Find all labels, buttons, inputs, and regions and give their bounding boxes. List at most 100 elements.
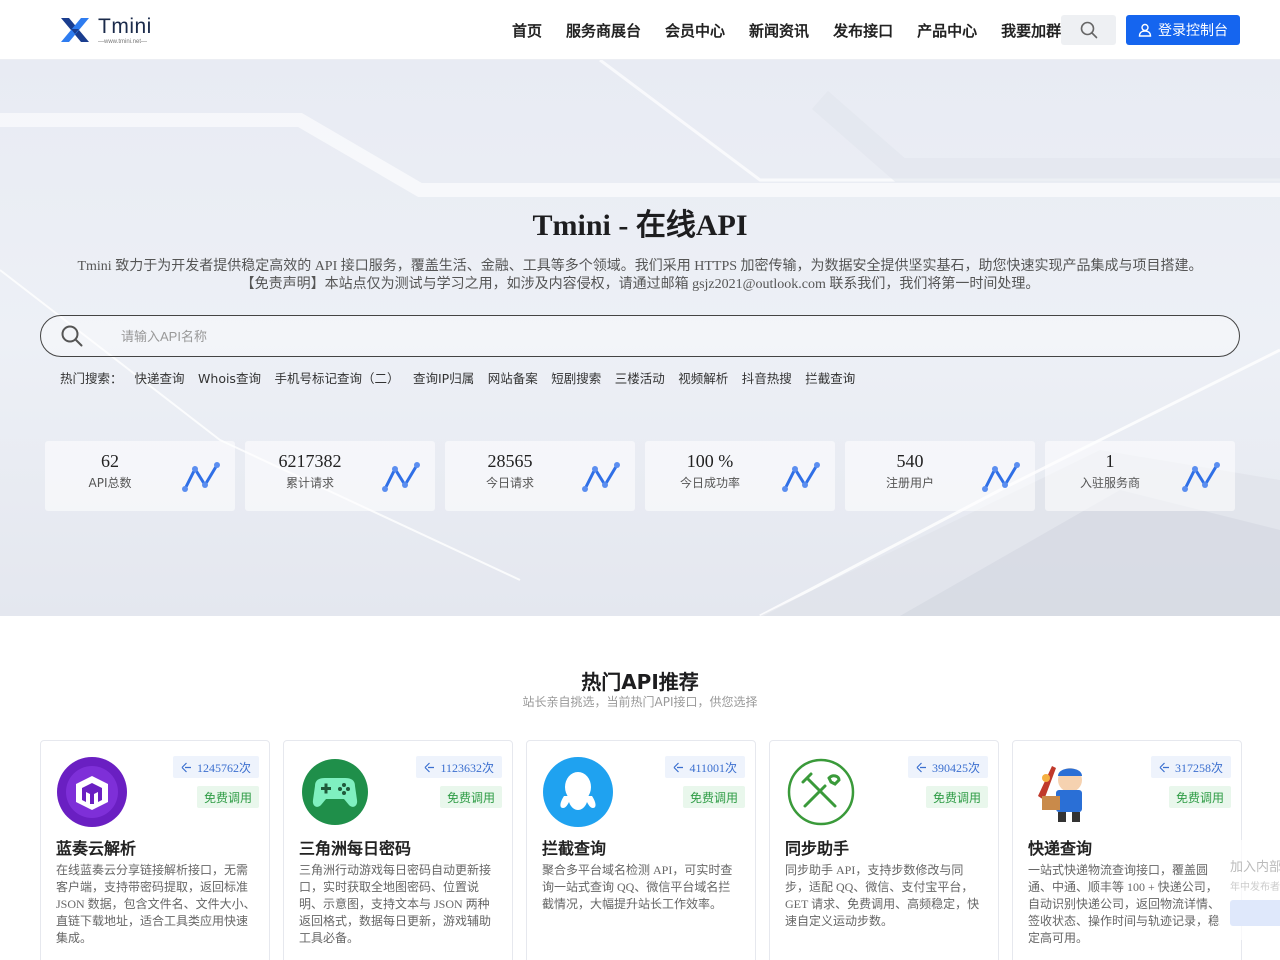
hot-search-item[interactable]: Whois查询 <box>198 368 261 387</box>
join-widget-subtitle: 年中发布者 <box>1230 882 1280 893</box>
stat-label: 入驻服务商 <box>1079 476 1140 490</box>
api-card-title[interactable]: 拦截查询 <box>542 835 606 859</box>
call-count-badge: 411001次 <box>665 756 745 778</box>
nav-news[interactable]: 新闻资讯 <box>749 20 809 41</box>
header-search-button[interactable] <box>1061 15 1116 45</box>
tools-wrench-icon <box>787 758 855 826</box>
stat-registered-users: 540 注册用户 <box>845 441 1035 511</box>
free-badge: 免费调用 <box>439 786 502 808</box>
stat-value: 62 <box>101 451 119 471</box>
site-stats: 62 API总数 6217382 累计请求 28565 今日请求 100 % 今… <box>45 441 1245 511</box>
hero-desc-line1: Tmini 致力于为开发者提供稳定高效的 API 接口服务，覆盖生活、金融、工具… <box>77 259 1203 274</box>
stat-success-rate: 100 % 今日成功率 <box>645 441 835 511</box>
hot-search-item[interactable]: 网站备案 <box>488 368 538 387</box>
call-icon <box>674 762 684 772</box>
stat-label: 注册用户 <box>885 476 934 490</box>
call-icon <box>181 762 191 772</box>
search-icon <box>61 325 83 347</box>
stat-providers: 1 入驻服务商 <box>1045 441 1235 511</box>
nav-member-center[interactable]: 会员中心 <box>665 20 725 41</box>
stat-label: 今日请求 <box>485 476 534 490</box>
nav-publish-api[interactable]: 发布接口 <box>833 20 893 41</box>
hot-search-item[interactable]: 抖音热搜 <box>742 368 792 387</box>
stat-label: API总数 <box>88 476 132 490</box>
hot-search-label: 热门搜索： <box>60 371 123 386</box>
call-count: 1123632次 <box>440 760 494 775</box>
api-card-list: 1245762次 免费调用 蓝奏云解析 在线蓝奏云分享链接解析接口，无需客户端，… <box>40 740 1255 960</box>
trend-chart-icon <box>582 462 620 492</box>
courier-icon <box>1038 766 1082 822</box>
free-badge: 免费调用 <box>682 786 745 808</box>
call-count-badge: 1123632次 <box>416 756 502 778</box>
brand-name: Tmini <box>98 14 152 38</box>
lanzou-cloud-icon <box>57 757 127 827</box>
stat-value: 6217382 <box>278 451 342 471</box>
qq-penguin-icon <box>543 757 613 827</box>
call-count-badge: 390425次 <box>907 756 988 778</box>
nav-join-group[interactable]: 我要加群 <box>1001 20 1061 41</box>
logo-icon <box>61 18 89 42</box>
join-group-widget[interactable]: 加入内部 年中发布者 <box>1218 840 1280 940</box>
user-icon <box>1138 23 1152 37</box>
stat-label: 累计请求 <box>285 476 334 490</box>
api-search-input[interactable] <box>121 328 1121 344</box>
hero-desc-disclaimer: 【免责声明】本站点仅为测试与学习之用，如涉及内容侵权，请通过邮箱 gsjz202… <box>240 277 1040 292</box>
call-icon <box>1159 762 1169 772</box>
hero-title: Tmini - 在线API <box>532 209 748 242</box>
top-header: Tmini —www.tmini.net— 首页 服务商展台 会员中心 新闻资讯… <box>0 0 1280 60</box>
nav-home[interactable]: 首页 <box>512 20 542 41</box>
trend-chart-icon <box>182 462 220 492</box>
api-card-description: 一站式快递物流查询接口，覆盖圆通、中通、顺丰等 100 + 快递公司，自动识别快… <box>1028 863 1221 945</box>
trend-chart-icon <box>1182 462 1220 492</box>
site-logo[interactable]: Tmini —www.tmini.net— <box>60 14 152 46</box>
section-subtitle: 站长亲自挑选，当前热门API接口，供您选择 <box>522 695 758 709</box>
api-card-title[interactable]: 快递查询 <box>1028 835 1092 859</box>
call-count-badge: 1245762次 <box>172 756 259 778</box>
gamepad-icon <box>302 759 368 825</box>
hot-searches: 热门搜索： 快递查询 Whois查询 手机号标记查询（二） 查询IP归属 网站备… <box>60 368 869 387</box>
call-icon <box>425 762 435 772</box>
hot-search-item[interactable]: 查询IP归属 <box>413 368 474 387</box>
join-widget-title: 加入内部 <box>1230 860 1280 875</box>
api-card-description: 三角洲行动游戏每日密码自动更新接口，实时获取全地图密码、位置说明、示意图，支持文… <box>299 863 492 945</box>
hero-description: Tmini 致力于为开发者提供稳定高效的 API 接口服务，覆盖生活、金融、工具… <box>60 258 1220 294</box>
hot-search-item[interactable]: 手机号标记查询（二） <box>274 368 399 387</box>
section-title: 热门API推荐 <box>581 670 699 694</box>
stat-value: 28565 <box>487 451 533 471</box>
call-count: 1245762次 <box>196 760 251 775</box>
hot-search-item[interactable]: 快递查询 <box>135 368 185 387</box>
stat-value: 100 % <box>686 451 734 471</box>
hot-search-item[interactable]: 视频解析 <box>678 368 728 387</box>
api-card-title[interactable]: 三角洲每日密码 <box>299 835 411 859</box>
nav-products[interactable]: 产品中心 <box>917 20 977 41</box>
call-icon <box>916 762 926 772</box>
nav-provider-showcase[interactable]: 服务商展台 <box>566 20 641 41</box>
hot-search-item[interactable]: 三楼活动 <box>615 368 665 387</box>
main-nav: 首页 服务商展台 会员中心 新闻资讯 发布接口 产品中心 我要加群 <box>500 0 1073 60</box>
stat-value: 1 <box>1105 451 1115 471</box>
api-card[interactable]: 1245762次 免费调用 蓝奏云解析 在线蓝奏云分享链接解析接口，无需客户端，… <box>40 740 270 960</box>
api-card-title[interactable]: 蓝奏云解析 <box>56 835 136 859</box>
api-card[interactable]: 411001次 免费调用 拦截查询 聚合多平台域名检测 API，可实时查询一站式… <box>526 740 756 960</box>
api-card-title[interactable]: 同步助手 <box>785 835 849 859</box>
hero-banner: Tmini - 在线API Tmini 致力于为开发者提供稳定高效的 API 接… <box>0 60 1280 616</box>
stat-today-requests: 28565 今日请求 <box>445 441 635 511</box>
brand-url: —www.tmini.net— <box>98 38 148 45</box>
api-card[interactable]: 1123632次 免费调用 三角洲每日密码 三角洲行动游戏每日密码自动更新接口，… <box>283 740 513 960</box>
stat-api-total: 62 API总数 <box>45 441 235 511</box>
stat-total-requests: 6217382 累计请求 <box>245 441 435 511</box>
api-card[interactable]: 317258次 免费调用 快递查询 一站式快递物流查询接口，覆盖圆通、中通、顺丰… <box>1012 740 1242 960</box>
join-widget-button[interactable] <box>1230 900 1280 926</box>
stat-label: 今日成功率 <box>679 476 740 490</box>
hot-search-item[interactable]: 短剧搜索 <box>551 368 601 387</box>
free-badge: 免费调用 <box>925 786 988 808</box>
trend-chart-icon <box>382 462 420 492</box>
free-badge: 免费调用 <box>196 786 259 808</box>
free-badge: 免费调用 <box>1168 786 1231 808</box>
call-count: 390425次 <box>931 760 980 775</box>
hot-search-item[interactable]: 拦截查询 <box>805 368 855 387</box>
api-card[interactable]: 390425次 免费调用 同步助手 同步助手 API，支持步数修改与同步，适配 … <box>769 740 999 960</box>
call-count: 317258次 <box>1174 760 1223 775</box>
api-card-description: 聚合多平台域名检测 API，可实时查询一站式查询 QQ、微信平台域名拦截情况，大… <box>542 863 733 911</box>
login-console-button[interactable]: 登录控制台 <box>1126 15 1240 45</box>
